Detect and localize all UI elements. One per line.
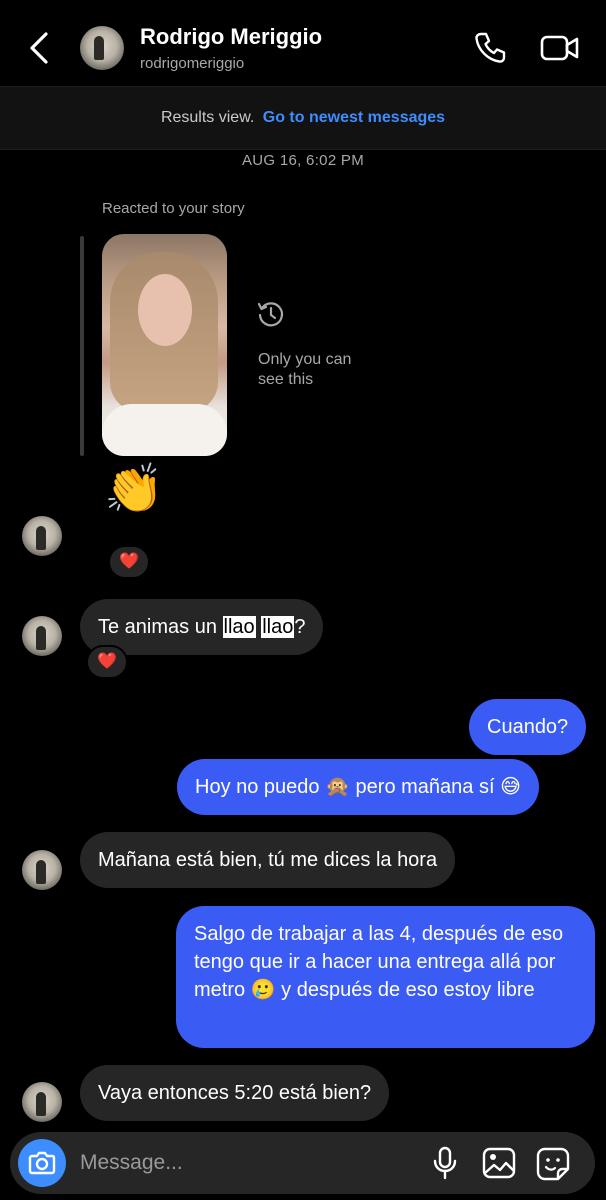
- private-visibility-note: Only you can see this: [258, 351, 352, 388]
- message-composer: [10, 1132, 595, 1194]
- gallery-button[interactable]: [482, 1147, 516, 1179]
- incoming-message-bubble[interactable]: Vaya entonces 5:20 está bien?: [80, 1065, 390, 1121]
- camera-button[interactable]: [18, 1139, 66, 1187]
- story-thumbnail[interactable]: [102, 234, 227, 456]
- message-text: Te animas un: [98, 616, 223, 638]
- microphone-icon: [433, 1146, 457, 1180]
- back-button[interactable]: [26, 30, 54, 66]
- voice-message-button[interactable]: [430, 1146, 460, 1180]
- highlighted-search-term: llao: [261, 616, 295, 638]
- incoming-message-bubble[interactable]: Mañana está bien, tú me dices la hora: [80, 832, 456, 888]
- video-camera-icon: [540, 35, 579, 61]
- message-input[interactable]: [80, 1142, 410, 1184]
- camera-icon: [28, 1151, 56, 1175]
- audio-call-button[interactable]: [472, 30, 508, 66]
- sender-avatar[interactable]: [22, 616, 62, 656]
- heart-reaction-badge[interactable]: ❤️: [86, 645, 128, 679]
- sticker-button[interactable]: [536, 1147, 570, 1181]
- outgoing-message-bubble[interactable]: Hoy no puedo 🙊 pero mañana sí 😅: [177, 759, 539, 815]
- clapping-hands-reaction: 👏: [104, 463, 164, 516]
- message-timestamp: AUG 16, 6:02 PM: [241, 152, 365, 169]
- sender-avatar[interactable]: [22, 516, 62, 556]
- conversation-header: Rodrigo Meriggio rodrigomeriggio: [0, 0, 606, 88]
- contact-name[interactable]: Rodrigo Meriggio: [140, 24, 322, 50]
- heart-reaction-badge[interactable]: ❤️: [108, 545, 150, 579]
- contact-avatar[interactable]: [80, 26, 124, 70]
- story-reply-divider: [80, 236, 84, 456]
- outgoing-message-bubble[interactable]: Salgo de trabajar a las 4, después de es…: [176, 906, 595, 1048]
- phone-icon: [475, 32, 506, 63]
- story-reply-caption: Reacted to your story: [102, 200, 245, 217]
- chevron-left-icon: [30, 32, 48, 64]
- results-view-text: Results view.: [160, 109, 255, 126]
- go-to-newest-link[interactable]: Go to newest messages: [263, 109, 445, 126]
- sticker-icon: [536, 1147, 570, 1181]
- history-icon: [255, 298, 287, 330]
- contact-handle[interactable]: rodrigomeriggio: [140, 55, 244, 72]
- results-view-banner: Results view. Go to newest messages: [0, 86, 606, 150]
- sender-avatar[interactable]: [22, 1082, 62, 1122]
- video-call-button[interactable]: [540, 32, 580, 64]
- outgoing-message-bubble[interactable]: Cuando?: [469, 699, 587, 755]
- gallery-icon: [482, 1147, 516, 1179]
- sender-avatar[interactable]: [22, 850, 62, 890]
- highlighted-search-term: llao: [222, 616, 256, 638]
